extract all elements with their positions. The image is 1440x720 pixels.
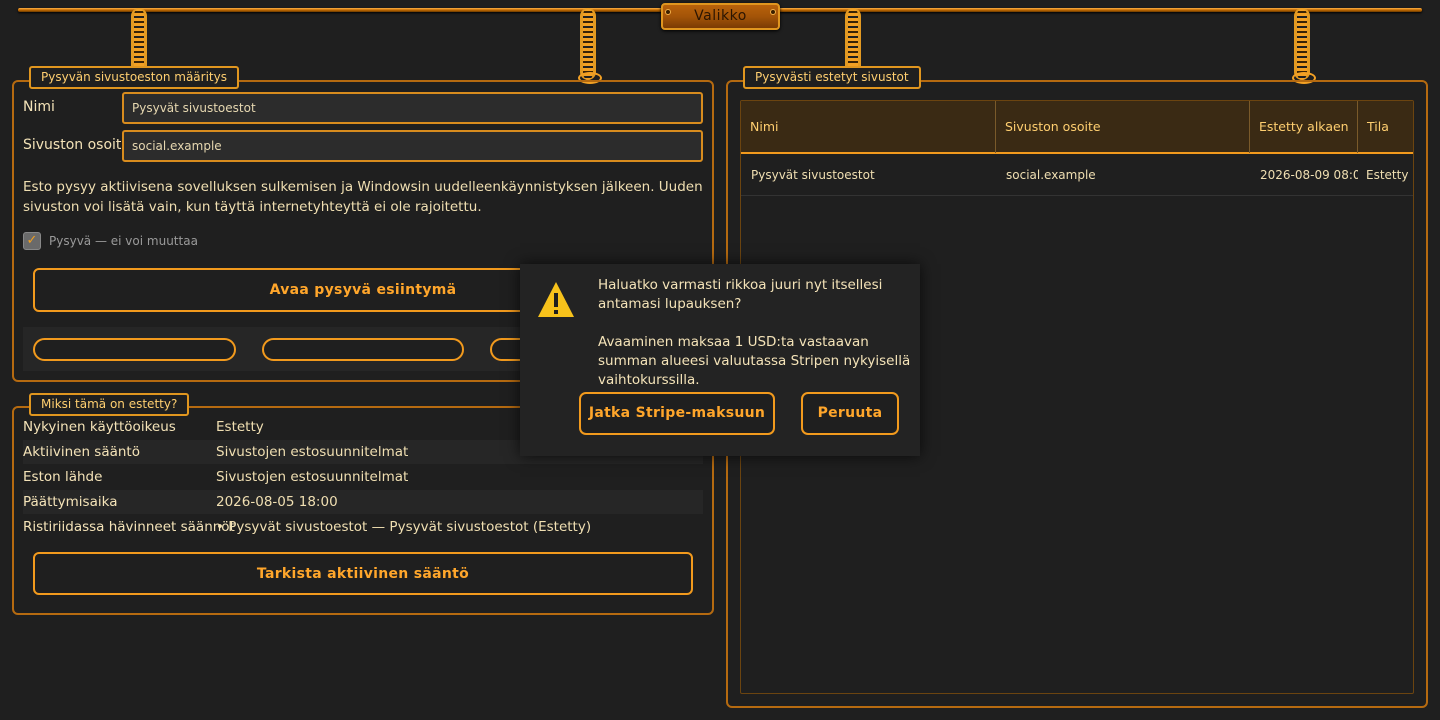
rivet-icon [665, 9, 671, 15]
column-header-status[interactable]: Tila [1358, 101, 1413, 153]
column-header-url[interactable]: Sivuston osoite [996, 101, 1250, 153]
info-key-source: Eston lähde [23, 469, 103, 485]
config-panel-legend: Pysyvän sivustoeston määritys [29, 66, 239, 89]
permanent-checkbox-label: Pysyvä — ei voi muuttaa [49, 234, 198, 248]
rivet-icon [770, 9, 776, 15]
secondary-button-2[interactable] [262, 338, 464, 361]
chain-decoration [1292, 8, 1316, 84]
continue-stripe-button[interactable]: Jatka Stripe-maksuun [579, 392, 775, 435]
info-row-bg [23, 490, 703, 514]
name-input[interactable]: Pysyvät sivustoestot [122, 92, 703, 124]
cell-url: social.example [1006, 168, 1096, 182]
secondary-button-1[interactable] [33, 338, 236, 361]
table-header: Nimi Sivuston osoite Estetty alkaen Tila [741, 101, 1413, 154]
info-key-active-rule: Aktiivinen sääntö [23, 444, 140, 460]
cell-since: 2026-08-09 08:00 [1260, 168, 1358, 182]
chain-decoration [578, 8, 602, 84]
info-key-permission: Nykyinen käyttöoikeus [23, 419, 176, 435]
table-row[interactable]: Pysyvät sivustoestot social.example 2026… [741, 154, 1413, 196]
block-description: Esto pysyy aktiivisena sovelluksen sulke… [23, 179, 703, 215]
cell-status: Estetty [1366, 168, 1409, 182]
info-key-end-time: Päättymisaika [23, 494, 118, 510]
name-label: Nimi [23, 99, 55, 115]
blocked-sites-legend: Pysyvästi estetyt sivustot [743, 66, 921, 89]
info-value-conflicts: • Pysyvät sivustoestot — Pysyvät sivusto… [216, 519, 592, 535]
why-blocked-legend: Miksi tämä on estetty? [29, 393, 190, 416]
dialog-question: Haluatko varmasti rikkoa juuri nyt itsel… [598, 277, 883, 312]
info-key-conflicts: Ristiriidassa hävinneet säännöt [23, 519, 235, 535]
url-input[interactable]: social.example [122, 130, 703, 162]
info-value-end-time: 2026-08-05 18:00 [216, 494, 338, 510]
menu-button-label: Valikko [694, 8, 747, 24]
check-active-rule-button[interactable]: Tarkista aktiivinen sääntö [33, 552, 693, 595]
column-header-since[interactable]: Estetty alkaen [1250, 101, 1358, 153]
cell-name: Pysyvät sivustoestot [751, 168, 875, 182]
confirm-unlock-dialog: Haluatko varmasti rikkoa juuri nyt itsel… [520, 264, 920, 456]
warning-icon [538, 282, 574, 317]
column-header-name[interactable]: Nimi [741, 101, 996, 153]
info-value-permission: Estetty [216, 419, 264, 435]
cancel-button[interactable]: Peruuta [801, 392, 899, 435]
url-label: Sivuston osoite [23, 137, 131, 153]
permanent-checkbox[interactable]: ✓ [23, 232, 41, 250]
dialog-cost-text: Avaaminen maksaa 1 USD:ta vastaavan summ… [598, 334, 911, 388]
checkmark-icon: ✓ [26, 233, 38, 248]
menu-button[interactable]: Valikko [661, 3, 780, 30]
info-value-active-rule: Sivustojen estosuunnitelmat [216, 444, 409, 460]
info-value-source: Sivustojen estosuunnitelmat [216, 469, 409, 485]
